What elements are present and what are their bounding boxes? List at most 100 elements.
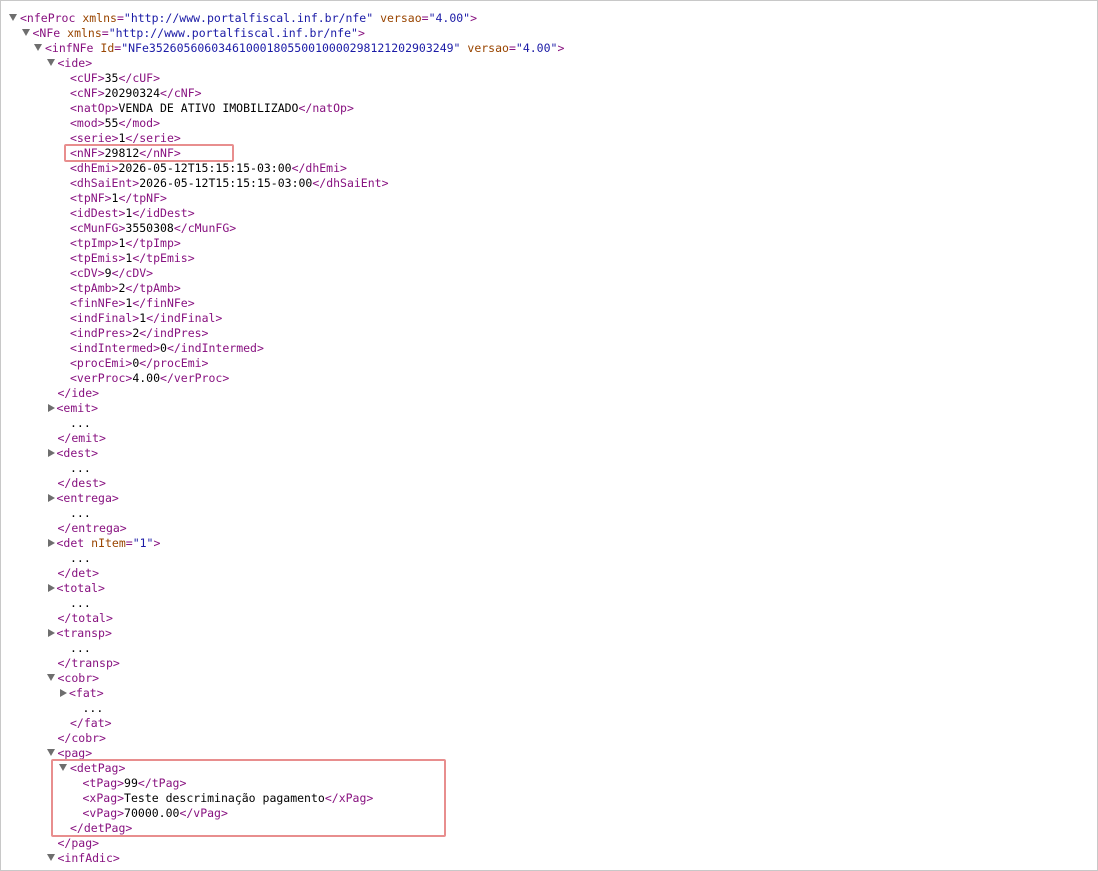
xml-line-fat: </fat> [1,716,564,731]
xml-open-tag: <indIntermed> [70,341,161,355]
xml-close-tag: </transp> [57,656,120,670]
xml-tag-end: > [85,56,93,70]
xml-close-tag: </indPres> [139,326,209,340]
xml-line-cobr: </cobr> [1,731,564,746]
highlight-detpag [51,759,446,837]
xml-open-tag: <NFe [32,26,61,40]
collapse-triangle-icon[interactable] [46,854,55,861]
xml-text-value: 20290324 [104,86,161,100]
xml-close-tag: </tpNF> [118,191,167,205]
xml-open-tag: <idDest> [70,206,126,220]
xml-viewer: <nfeProc xmlns="http://www.portalfiscal.… [0,0,1098,871]
xml-text-value: 2026-05-12T15:15:15-03:00 [139,176,313,190]
xml-tag-end: > [112,851,120,865]
xml-attr-value: "1" [132,536,154,550]
xml-attr-value: "http://www.portalfiscal.inf.br/nfe" [108,26,358,40]
xml-open-tag: <cobr [57,671,93,685]
xml-attr-name: xmlns [82,11,117,25]
expand-triangle-icon[interactable] [47,538,55,547]
xml-equals: = [116,11,124,25]
xml-line-det[interactable]: <det nItem="1"> [1,536,564,551]
xml-open-tag: <serie> [70,131,119,145]
xml-line-dest: </dest> [1,476,564,491]
highlight-nnf [64,144,234,162]
xml-open-tag: <fat [69,686,97,700]
xml-line-cnf: <cNF>20290324</cNF> [1,86,564,101]
xml-close-tag: </cDV> [111,266,154,280]
xml-open-tag: <indPres> [70,326,133,340]
xml-line-dhemi: <dhEmi>2026-05-12T15:15:15-03:00</dhEmi> [1,161,564,176]
xml-open-tag: <nfeProc [20,11,76,25]
xml-line-indfinal: <indFinal>1</indFinal> [1,311,564,326]
xml-line-ellipsis: ... [1,701,564,716]
xml-attr-value: "NFe352605606034610001805500100002981212… [121,41,461,55]
xml-line-ellipsis: ... [1,641,564,656]
xml-line-fat[interactable]: <fat> [1,686,564,701]
xml-tag-end: > [92,671,100,685]
xml-equals: = [421,11,429,25]
expand-triangle-icon[interactable] [47,628,55,637]
xml-tag-end: > [85,746,93,760]
xml-line-infadic[interactable]: <infAdic> [1,851,564,866]
xml-open-tag: <tpAmb> [70,281,119,295]
xml-tag-end: > [153,536,161,550]
xml-line-cuf: <cUF>35</cUF> [1,71,564,86]
xml-open-tag: <infNFe [45,41,94,55]
xml-line-total[interactable]: <total> [1,581,564,596]
xml-line-infnfe[interactable]: <infNFe Id = "NFe3526056060346100018055001… [1,41,564,56]
collapse-triangle-icon[interactable] [34,44,42,51]
expand-triangle-icon[interactable] [47,403,55,412]
xml-line-emit[interactable]: <emit> [1,401,564,416]
xml-collapsed-ellipsis: ... [70,506,91,520]
xml-text-value: 3550308 [125,221,174,235]
collapse-triangle-icon[interactable] [46,674,55,681]
xml-close-tag: </finNFe> [132,296,195,310]
xml-tag-end: > [98,581,105,595]
xml-line-ide: </ide> [1,386,564,401]
xml-attr-name: nItem [91,536,126,550]
xml-line-tpemis: <tpEmis>1</tpEmis> [1,251,564,266]
xml-line-ellipsis: ... [1,416,564,431]
xml-line-transp[interactable]: <transp> [1,626,564,641]
xml-line-cobr[interactable]: <cobr> [1,671,564,686]
collapse-triangle-icon[interactable] [21,29,30,36]
xml-close-tag: </ide> [57,386,100,400]
collapse-triangle-icon[interactable] [46,749,55,756]
xml-line-nfeproc[interactable]: <nfeProc xmlns="http://www.portalfiscal.… [1,11,564,26]
xml-collapsed-ellipsis: ... [82,701,104,715]
xml-open-tag: <natOp> [70,101,119,115]
xml-open-tag: <emit [56,401,92,415]
xml-close-tag: </tpImp> [125,236,181,250]
xml-attr-name: versao [467,41,509,55]
xml-open-tag: <verProc> [70,371,133,385]
expand-triangle-icon[interactable] [47,493,55,502]
xml-line-natop: <natOp>VENDA DE ATIVO IMOBILIZADO</natOp… [1,101,564,116]
xml-line-ellipsis: ... [1,461,564,476]
collapse-triangle-icon[interactable] [9,14,17,21]
xml-line-nfe[interactable]: <NFe xmlns="http://www.portalfiscal.inf.… [1,26,564,41]
expand-triangle-icon[interactable] [47,448,55,457]
expand-triangle-icon[interactable] [47,583,55,592]
xml-line-entrega[interactable]: <entrega> [1,491,564,506]
xml-line-transp: </transp> [1,656,564,671]
xml-line-total: </total> [1,611,564,626]
xml-close-tag: </procEmi> [139,356,209,370]
xml-collapsed-ellipsis: ... [70,596,91,610]
xml-line-mod: <mod>55</mod> [1,116,564,131]
xml-collapsed-ellipsis: ... [70,641,91,655]
xml-line-emit: </emit> [1,431,564,446]
xml-tag-end: > [91,401,99,415]
xml-open-tag: <cUF> [70,71,105,85]
xml-line-tpnf: <tpNF>1</tpNF> [1,191,564,206]
collapse-triangle-icon[interactable] [46,59,55,66]
xml-close-tag: </pag> [57,836,100,850]
xml-line-dest[interactable]: <dest> [1,446,564,461]
xml-text-value: VENDA DE ATIVO IMOBILIZADO [118,101,299,115]
xml-attr-value: "4.00" [428,11,471,25]
expand-triangle-icon[interactable] [60,688,67,697]
xml-close-tag: </cNF> [160,86,202,100]
xml-line-verproc: <verProc>4.00</verProc> [1,371,564,386]
xml-open-tag: <finNFe> [70,296,126,310]
xml-line-ide[interactable]: <ide> [1,56,564,71]
xml-line-finnfe: <finNFe>1</finNFe> [1,296,564,311]
